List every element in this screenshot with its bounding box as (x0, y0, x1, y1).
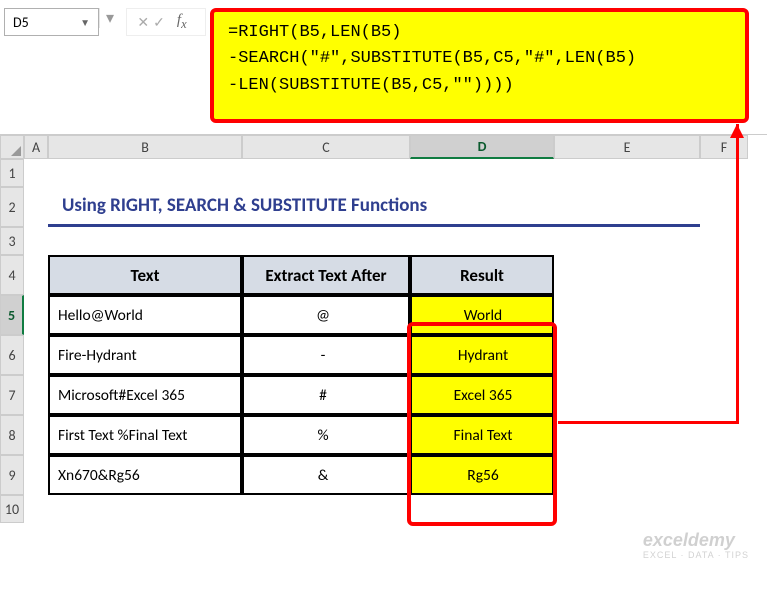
cell-A1[interactable] (24, 159, 48, 187)
row-header-7[interactable]: 7 (0, 375, 24, 415)
cell-C7[interactable]: # (242, 375, 410, 415)
col-header-F[interactable]: F (700, 135, 748, 159)
cell-E10[interactable] (554, 495, 700, 523)
cell-F2[interactable] (700, 187, 748, 227)
cell-B9[interactable]: Xn670&Rg56 (48, 455, 242, 495)
th-text: Text (48, 255, 242, 295)
formula-bar[interactable]: =RIGHT(B5,LEN(B5) -SEARCH("#",SUBSTITUTE… (210, 8, 749, 123)
watermark: exceldemy EXCEL · DATA · TIPS (643, 531, 749, 561)
row-header-5[interactable]: 5 (0, 295, 24, 335)
cell-A3[interactable] (24, 227, 48, 255)
enter-icon[interactable]: ✓ (153, 14, 165, 31)
cell-A9[interactable] (24, 455, 48, 495)
cell-F6[interactable] (700, 335, 748, 375)
cell-F3[interactable] (700, 227, 748, 255)
row-header-6[interactable]: 6 (0, 335, 24, 375)
cell-C9[interactable]: & (242, 455, 410, 495)
cell-D7[interactable]: Excel 365 (410, 375, 554, 415)
cell-D8[interactable]: Final Text (410, 415, 554, 455)
col-header-E[interactable]: E (554, 135, 700, 159)
row-header-8[interactable]: 8 (0, 415, 24, 455)
callout-arrow-horizontal (558, 421, 738, 424)
formula-controls: ✕ ✓ fx (126, 8, 206, 36)
cell-C6[interactable]: - (242, 335, 410, 375)
cell-F5[interactable] (700, 295, 748, 335)
fx-icon[interactable]: fx (169, 12, 195, 32)
cell-A4[interactable] (24, 255, 48, 295)
cell-A10[interactable] (24, 495, 48, 523)
cell-A6[interactable] (24, 335, 48, 375)
chevron-down-icon[interactable]: ▼ (80, 16, 90, 29)
watermark-title: exceldemy (643, 531, 749, 551)
name-box[interactable]: D5 ▼ (4, 8, 99, 36)
cell-C8[interactable]: % (242, 415, 410, 455)
cell-C3[interactable] (242, 227, 410, 255)
cell-E1[interactable] (554, 159, 700, 187)
cell-D5[interactable]: World (410, 295, 554, 335)
col-header-C[interactable]: C (242, 135, 410, 159)
cell-E7[interactable] (554, 375, 700, 415)
col-header-B[interactable]: B (48, 135, 242, 159)
formula-line-1: =RIGHT(B5,LEN(B5) (228, 20, 731, 46)
cell-F7[interactable] (700, 375, 748, 415)
formula-line-3: -LEN(SUBSTITUTE(B5,C5,"")))) (228, 73, 731, 99)
cell-E4[interactable] (554, 255, 700, 295)
cell-D3[interactable] (410, 227, 554, 255)
row-header-1[interactable]: 1 (0, 159, 24, 187)
watermark-subtitle: EXCEL · DATA · TIPS (643, 551, 749, 561)
name-box-value: D5 (13, 14, 76, 31)
col-header-A[interactable]: A (24, 135, 48, 159)
row-header-2[interactable]: 2 (0, 187, 24, 227)
cell-A5[interactable] (24, 295, 48, 335)
th-extract: Extract Text After (242, 255, 410, 295)
cell-B6[interactable]: Fire-Hydrant (48, 335, 242, 375)
cell-A2[interactable] (24, 187, 48, 227)
row-header-9[interactable]: 9 (0, 455, 24, 495)
page-title: Using RIGHT, SEARCH & SUBSTITUTE Functio… (48, 187, 700, 227)
expand-namebox-icon[interactable]: ▾ (99, 8, 120, 28)
cell-E5[interactable] (554, 295, 700, 335)
cell-F10[interactable] (700, 495, 748, 523)
row-header-10[interactable]: 10 (0, 495, 24, 523)
cell-C1[interactable] (242, 159, 410, 187)
cell-B1[interactable] (48, 159, 242, 187)
cell-F9[interactable] (700, 455, 748, 495)
cell-B10[interactable] (48, 495, 242, 523)
cell-B5[interactable]: Hello@World (48, 295, 242, 335)
cell-B3[interactable] (48, 227, 242, 255)
cell-C10[interactable] (242, 495, 410, 523)
cell-D9[interactable]: Rg56 (410, 455, 554, 495)
cell-A8[interactable] (24, 415, 48, 455)
cell-D1[interactable] (410, 159, 554, 187)
th-result: Result (410, 255, 554, 295)
callout-arrow-head-icon (730, 124, 744, 138)
cell-A7[interactable] (24, 375, 48, 415)
cancel-icon[interactable]: ✕ (137, 14, 149, 31)
formula-line-2: -SEARCH("#",SUBSTITUTE(B5,C5,"#",LEN(B5) (228, 46, 731, 72)
cell-E9[interactable] (554, 455, 700, 495)
cell-C5[interactable]: @ (242, 295, 410, 335)
col-header-D[interactable]: D (410, 135, 554, 159)
cell-F1[interactable] (700, 159, 748, 187)
cell-B7[interactable]: Microsoft#Excel 365 (48, 375, 242, 415)
row-header-4[interactable]: 4 (0, 255, 24, 295)
callout-arrow-vertical (736, 124, 739, 424)
row-header-3[interactable]: 3 (0, 227, 24, 255)
cell-D10[interactable] (410, 495, 554, 523)
select-all-corner[interactable] (0, 135, 24, 159)
cell-F4[interactable] (700, 255, 748, 295)
cell-E6[interactable] (554, 335, 700, 375)
cell-E3[interactable] (554, 227, 700, 255)
spreadsheet-grid[interactable]: A B C D E F 1 2 Using RIGHT, SEARCH & SU… (0, 135, 767, 523)
cell-B8[interactable]: First Text %Final Text (48, 415, 242, 455)
cell-D6[interactable]: Hydrant (410, 335, 554, 375)
